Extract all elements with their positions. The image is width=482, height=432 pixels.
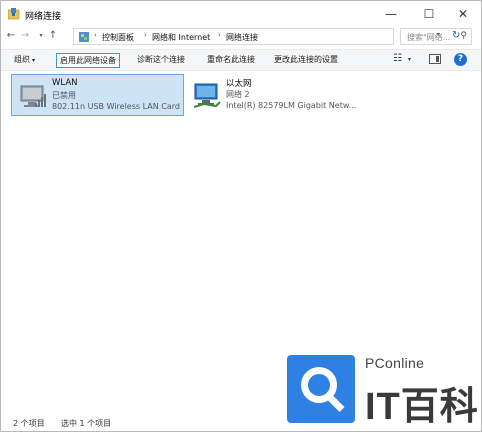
watermark-brand: PConline (365, 355, 425, 371)
network-connections-window: 网络连接 — ☐ ✕ ← → ▾ ↑ › 控制面板 › 网络和 Internet… (0, 0, 482, 432)
search-icon[interactable]: ⚲ (460, 31, 467, 41)
address-bar[interactable]: › 控制面板 › 网络和 Internet › 网络连接 ▾ ↻ (73, 28, 460, 45)
connection-status: 已禁用 (52, 91, 76, 100)
view-options-chevron-icon[interactable]: ▾ (408, 56, 411, 63)
selected-count: 选中 1 个项目 (61, 419, 112, 428)
control-panel-icon (79, 32, 89, 42)
chevron-down-icon: ▾ (32, 57, 36, 64)
network-folder-icon (8, 8, 20, 20)
back-arrow-icon[interactable]: ← (5, 29, 17, 43)
connection-item-wlan[interactable]: WLAN 已禁用 802.11n USB Wireless LAN Card (11, 74, 184, 116)
enable-network-device-button[interactable]: 启用此网络设备 (56, 53, 120, 68)
wireless-adapter-disabled-icon (20, 85, 46, 107)
connection-status: 网络 2 (226, 90, 250, 99)
ethernet-adapter-icon (193, 83, 221, 108)
organize-button[interactable]: 组织 ▾ (11, 53, 38, 68)
recent-locations-chevron-icon[interactable]: ▾ (35, 29, 47, 43)
connection-name: 以太网 (226, 79, 252, 89)
breadcrumb-network-internet[interactable]: 网络和 Internet (152, 32, 210, 43)
watermark-logo-text: IT百科 (365, 386, 479, 428)
rename-connection-button[interactable]: 重命名此连接 (204, 53, 258, 68)
diagnose-connection-button[interactable]: 诊断这个连接 (134, 53, 188, 68)
maximize-button[interactable]: ☐ (411, 1, 447, 27)
preview-pane-icon[interactable] (429, 54, 441, 64)
command-bar: 组织 ▾ 启用此网络设备 诊断这个连接 重命名此连接 更改此连接的设置 ☷ ▾ ? (1, 49, 481, 71)
breadcrumb-separator-icon[interactable]: › (218, 31, 221, 39)
pconline-logo-icon (287, 355, 355, 423)
connection-device: 802.11n USB Wireless LAN Card (52, 102, 180, 111)
pconline-watermark: PConline IT百科 (287, 351, 479, 428)
address-row: ← → ▾ ↑ › 控制面板 › 网络和 Internet › 网络连接 ▾ ↻… (1, 27, 481, 47)
change-view-icon[interactable]: ☷ (393, 53, 402, 64)
organize-label: 组织 (14, 55, 30, 64)
help-icon[interactable]: ? (454, 53, 467, 66)
search-placeholder: 搜索"网络... (407, 33, 451, 42)
change-connection-settings-button[interactable]: 更改此连接的设置 (271, 53, 341, 68)
connection-name: WLAN (52, 78, 78, 88)
breadcrumb-separator-icon[interactable]: › (94, 31, 97, 39)
window-title: 网络连接 (25, 12, 62, 22)
breadcrumb-separator-icon[interactable]: › (144, 31, 147, 39)
minimize-button[interactable]: — (373, 1, 409, 27)
breadcrumb-control-panel[interactable]: 控制面板 (102, 32, 134, 43)
up-arrow-icon[interactable]: ↑ (47, 29, 59, 43)
breadcrumb-network-connections[interactable]: 网络连接 (226, 32, 258, 43)
item-count: 2 个项目 (13, 419, 45, 428)
search-input[interactable]: 搜索"网络... ⚲ (400, 28, 472, 45)
connection-device: Intel(R) 82579LM Gigabit Netw... (226, 101, 357, 110)
title-bar: 网络连接 — ☐ ✕ (1, 1, 481, 27)
forward-arrow-icon[interactable]: → (19, 29, 31, 43)
connection-item-ethernet[interactable]: 以太网 网络 2 Intel(R) 82579LM Gigabit Netw..… (186, 74, 361, 116)
close-button[interactable]: ✕ (445, 1, 481, 27)
